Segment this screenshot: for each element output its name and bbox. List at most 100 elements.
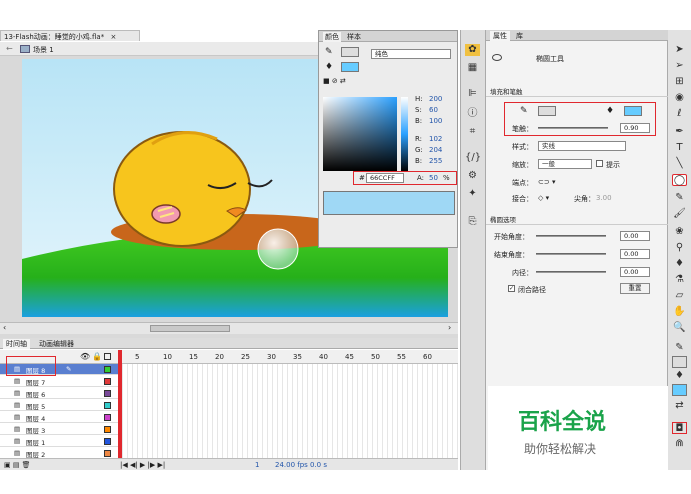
miter-value[interactable]: 3.00 bbox=[596, 194, 612, 202]
tab-library[interactable]: 库 bbox=[516, 31, 523, 41]
subselection-tool-icon[interactable]: ➢ bbox=[672, 60, 687, 72]
alpha-value[interactable]: 50 bbox=[429, 174, 438, 182]
close-path-checkbox[interactable]: ✓ bbox=[508, 285, 515, 292]
layer-icon: ▤ bbox=[14, 437, 21, 445]
fill-tool[interactable]: ♦ bbox=[672, 370, 687, 382]
stroke-swatch[interactable] bbox=[672, 356, 687, 368]
layer-row[interactable]: ▤ 图层 6 bbox=[0, 388, 118, 399]
transform-icon[interactable]: ⌗ bbox=[465, 126, 480, 138]
scroll-left-icon[interactable]: ‹ bbox=[3, 323, 6, 332]
swap-icon[interactable]: ⇄ bbox=[672, 400, 687, 412]
brush-icon[interactable]: ✿ bbox=[465, 44, 480, 56]
layer-row[interactable]: ▤ 图层 4 bbox=[0, 412, 118, 423]
3d-rotation-icon[interactable]: ◉ bbox=[672, 92, 687, 104]
layer-row[interactable]: ▤ 图层 1 bbox=[0, 436, 118, 447]
history-icon[interactable]: ⎘ bbox=[465, 216, 480, 228]
eraser-icon[interactable]: ▱ bbox=[672, 290, 687, 302]
paint-bucket-icon[interactable]: ♦ bbox=[672, 258, 687, 270]
color-picker-field[interactable] bbox=[323, 97, 397, 171]
pen-tool-icon[interactable]: ✒ bbox=[672, 126, 687, 138]
back-arrow-icon[interactable]: ← bbox=[6, 44, 13, 53]
blue-value[interactable]: 255 bbox=[429, 157, 442, 165]
motion-presets-icon[interactable]: ✦ bbox=[465, 188, 480, 200]
hue-value[interactable]: 200 bbox=[429, 95, 442, 103]
stroke-color-button[interactable] bbox=[538, 106, 556, 116]
grid-icon[interactable]: ▦ bbox=[465, 62, 480, 74]
fill-color-button[interactable] bbox=[624, 106, 642, 116]
hand-tool-icon[interactable]: ✋ bbox=[672, 306, 687, 318]
style-label: 样式： bbox=[512, 143, 533, 151]
eyedropper-icon[interactable]: ⚗ bbox=[672, 274, 687, 286]
tab-motion-editor[interactable]: 动画编辑器 bbox=[36, 339, 77, 349]
snap-icon[interactable]: ⋒ bbox=[672, 438, 687, 450]
stroke-input[interactable]: 0.90 bbox=[620, 123, 650, 133]
fill-color-swatch[interactable] bbox=[341, 62, 359, 72]
stroke-color-tool[interactable]: ✎ bbox=[672, 342, 687, 354]
tab-properties[interactable]: 属性 bbox=[490, 31, 510, 41]
swap-colors-icon[interactable]: ■ ⊘ ⇄ bbox=[323, 77, 346, 85]
tab-swatches[interactable]: 样本 bbox=[347, 32, 361, 42]
tab-color[interactable]: 颜色 bbox=[323, 32, 341, 42]
scale-select[interactable]: 一般 bbox=[538, 159, 592, 169]
section-ellipse[interactable]: 椭圆选项 bbox=[486, 214, 668, 225]
components-icon[interactable]: ⚙ bbox=[465, 170, 480, 182]
end-angle-input[interactable]: 0.00 bbox=[620, 249, 650, 259]
tab-timeline[interactable]: 时间轴 bbox=[3, 339, 30, 349]
inner-radius-input[interactable]: 0.00 bbox=[620, 267, 650, 277]
zoom-tool-icon[interactable]: 🔍 bbox=[672, 322, 687, 334]
layer-row[interactable]: ▤ 图层 3 bbox=[0, 424, 118, 435]
stroke-slider[interactable] bbox=[538, 127, 608, 129]
scroll-thumb[interactable] bbox=[150, 325, 230, 332]
free-transform-icon[interactable]: ⊞ bbox=[672, 76, 687, 88]
selection-tool-icon[interactable]: ➤ bbox=[672, 44, 687, 56]
deco-tool-icon[interactable]: ❀ bbox=[672, 226, 687, 238]
line-tool-icon[interactable]: ╲ bbox=[672, 158, 687, 170]
scroll-right-icon[interactable]: › bbox=[448, 323, 451, 332]
fill-swatch[interactable] bbox=[672, 384, 687, 396]
lasso-tool-icon[interactable]: ℓ bbox=[672, 108, 687, 120]
red-value[interactable]: 102 bbox=[429, 135, 442, 143]
reset-button[interactable]: 重置 bbox=[620, 283, 650, 294]
layer-row[interactable]: ▤ 图层 7 bbox=[0, 376, 118, 387]
object-drawing-icon[interactable]: ◘ bbox=[672, 422, 687, 434]
document-tab[interactable]: 13-Flash动画：睡觉的小鸡.fla* × bbox=[0, 30, 140, 41]
playback-controls[interactable]: |◀ ◀| ▶ |▶ ▶| bbox=[120, 461, 165, 469]
hint-checkbox[interactable] bbox=[596, 160, 603, 167]
sat-value[interactable]: 60 bbox=[429, 106, 438, 114]
new-layer-icon[interactable]: ▣ ▤ 🗑 bbox=[4, 461, 31, 469]
fill-bucket-icon[interactable]: ♦ bbox=[325, 62, 333, 72]
bone-tool-icon[interactable]: ⚲ bbox=[672, 242, 687, 254]
style-select[interactable]: 实线 bbox=[538, 141, 626, 151]
join-select[interactable]: ◇ ▾ bbox=[538, 194, 549, 202]
stroke-color-swatch[interactable] bbox=[341, 47, 359, 57]
cap-select[interactable]: ⊂⊃ ▾ bbox=[538, 178, 555, 186]
color-type-select[interactable]: 纯色 bbox=[371, 49, 451, 59]
layer-row[interactable]: ▤ 图层 5 bbox=[0, 400, 118, 411]
scene-label: 场景 1 bbox=[33, 46, 54, 54]
end-angle-slider[interactable] bbox=[536, 253, 606, 255]
start-angle-input[interactable]: 0.00 bbox=[620, 231, 650, 241]
brush-tool-icon[interactable]: 🖌 bbox=[672, 208, 687, 220]
close-tab-icon[interactable]: × bbox=[110, 33, 116, 41]
outline-icon[interactable] bbox=[104, 353, 111, 360]
align-icon[interactable]: ⊫ bbox=[465, 88, 480, 100]
horizontal-scrollbar[interactable]: ‹ › bbox=[0, 322, 458, 334]
pencil-tool-icon[interactable]: ✎ bbox=[672, 192, 687, 204]
frame-grid[interactable] bbox=[118, 364, 458, 460]
section-fill-stroke[interactable]: 填充和笔触 bbox=[486, 86, 668, 97]
eye-icon[interactable]: 👁 bbox=[80, 352, 90, 361]
text-tool-icon[interactable]: T bbox=[672, 142, 687, 154]
bright-value[interactable]: 100 bbox=[429, 117, 442, 125]
oval-tool-icon[interactable]: ◯ bbox=[672, 174, 687, 186]
fps-readout[interactable]: 24.00 fps bbox=[275, 461, 308, 469]
code-icon[interactable]: {/} bbox=[465, 152, 481, 164]
stroke-pencil-icon[interactable]: ✎ bbox=[325, 47, 333, 57]
brightness-slider[interactable] bbox=[401, 97, 408, 171]
lock-icon[interactable]: 🔒 bbox=[92, 352, 102, 361]
hex-input[interactable]: 66CCFF bbox=[366, 173, 404, 183]
info-icon[interactable]: ⓘ bbox=[465, 108, 480, 120]
green-value[interactable]: 204 bbox=[429, 146, 442, 154]
start-angle-slider[interactable] bbox=[536, 235, 606, 237]
frame-number: 20 bbox=[215, 353, 224, 361]
inner-radius-slider[interactable] bbox=[536, 271, 606, 273]
